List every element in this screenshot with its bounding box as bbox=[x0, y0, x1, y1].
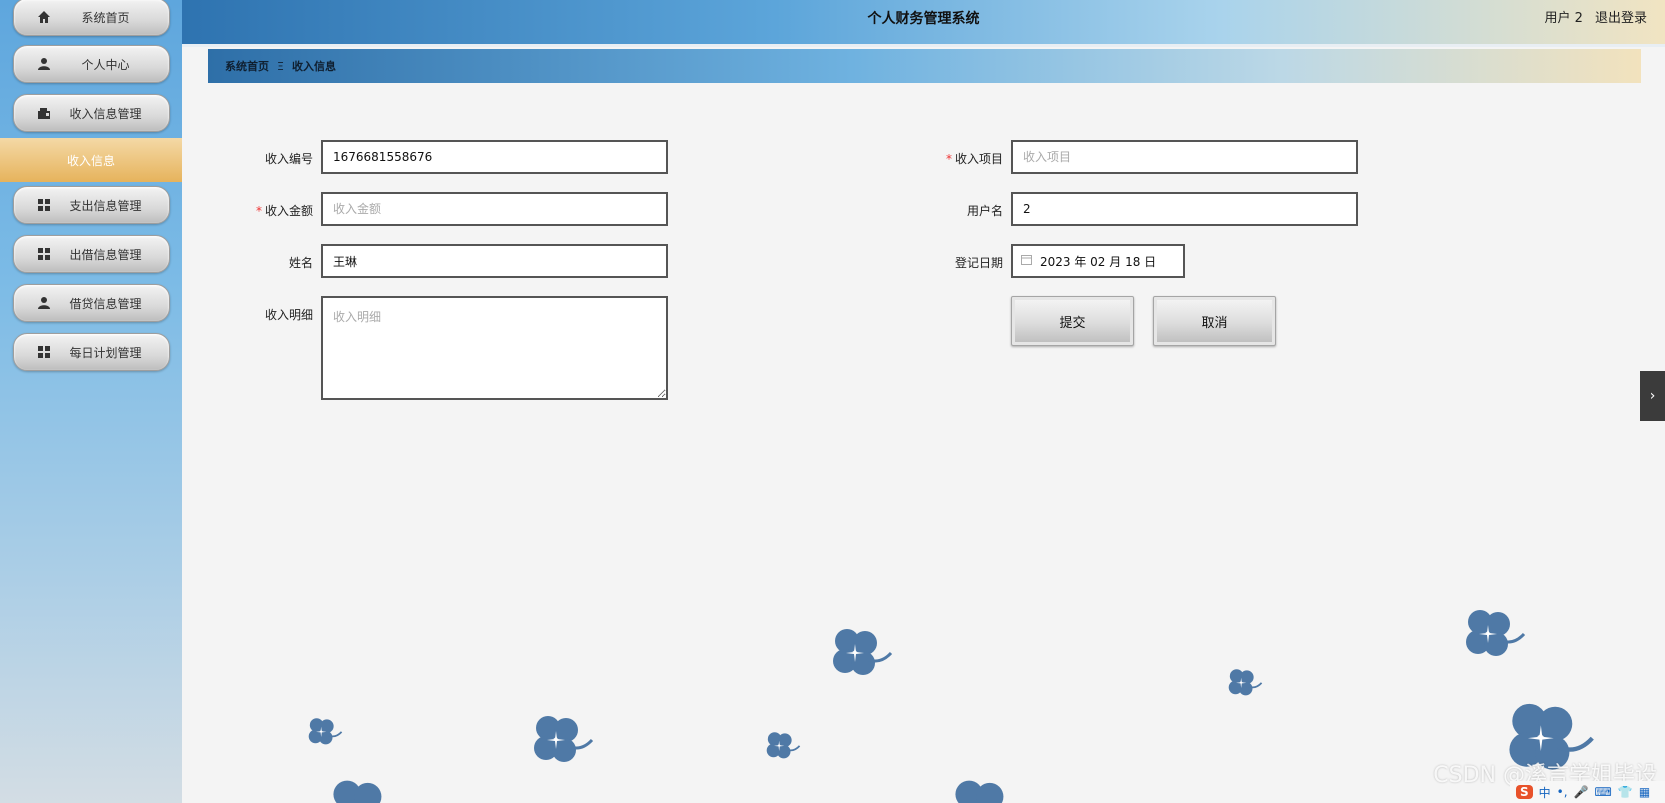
ime-logo-icon[interactable]: S bbox=[1516, 785, 1533, 799]
sidebar-item-label: 支出信息管理 bbox=[69, 198, 142, 213]
grid-icon bbox=[36, 246, 52, 262]
income-no-input[interactable] bbox=[321, 140, 668, 174]
income-no-label: 收入编号 bbox=[203, 150, 313, 167]
income-item-input[interactable] bbox=[1011, 140, 1358, 174]
income-no-label-text: 收入编号 bbox=[264, 152, 313, 166]
clover-decoration bbox=[333, 780, 382, 803]
name-label-text: 姓名 bbox=[288, 256, 313, 270]
side-panel-toggle[interactable]: › bbox=[1640, 371, 1665, 421]
sidebar-subitem-label: 收入信息 bbox=[66, 153, 115, 168]
sidebar: 系统首页 个人中心 收入信息管理 收入信息 支出信息管理 出借信息管理 借贷信息… bbox=[0, 0, 182, 803]
calendar-icon bbox=[1021, 254, 1032, 268]
sidebar-item-label: 系统首页 bbox=[81, 10, 130, 25]
breadcrumb: 系统首页 Ξ 收入信息 bbox=[208, 49, 1641, 83]
sidebar-item-daily-plan-management[interactable]: 每日计划管理 bbox=[13, 333, 170, 371]
name-input[interactable] bbox=[321, 244, 668, 278]
app-title: 个人财务管理系统 bbox=[867, 11, 980, 27]
sidebar-item-label: 出借信息管理 bbox=[69, 247, 142, 262]
logout-link[interactable]: 退出登录 bbox=[1595, 11, 1647, 26]
username-label: 用户名 bbox=[893, 202, 1003, 219]
sidebar-item-label: 每日计划管理 bbox=[69, 345, 142, 360]
required-mark: * bbox=[945, 152, 952, 166]
clover-decoration bbox=[766, 732, 801, 759]
breadcrumb-current: 收入信息 bbox=[291, 60, 336, 73]
person-icon bbox=[36, 295, 52, 311]
income-amount-input[interactable] bbox=[321, 192, 668, 226]
wallet-icon bbox=[36, 105, 52, 121]
ime-skin-icon[interactable]: 👕 bbox=[1618, 785, 1633, 799]
header-divider bbox=[182, 44, 1665, 47]
required-mark: * bbox=[255, 204, 262, 218]
home-icon bbox=[36, 9, 52, 25]
cancel-button[interactable]: 取消 bbox=[1153, 296, 1276, 346]
sidebar-item-label: 借贷信息管理 bbox=[69, 296, 142, 311]
detail-label-text: 收入明细 bbox=[264, 308, 313, 322]
breadcrumb-separator: Ξ bbox=[277, 59, 284, 73]
detail-label: 收入明细 bbox=[203, 306, 313, 323]
reg-date-value: 2023 年 02 月 18 日 bbox=[1040, 254, 1157, 269]
user-area: 用户 2 退出登录 bbox=[1536, 0, 1647, 38]
clover-decoration bbox=[308, 718, 343, 745]
sidebar-item-borrowing-management[interactable]: 借贷信息管理 bbox=[13, 284, 170, 322]
username-input[interactable] bbox=[1011, 192, 1358, 226]
person-icon bbox=[36, 56, 52, 72]
top-header: 个人财务管理系统 用户 2 退出登录 bbox=[182, 0, 1665, 44]
username-label-text: 用户名 bbox=[966, 204, 1003, 218]
sidebar-item-expense-management[interactable]: 支出信息管理 bbox=[13, 186, 170, 224]
income-item-label: * 收入项目 bbox=[893, 150, 1003, 167]
sidebar-item-personal-center[interactable]: 个人中心 bbox=[13, 45, 170, 83]
clover-decoration bbox=[534, 716, 594, 762]
ime-lang[interactable]: 中 bbox=[1539, 784, 1551, 801]
chevron-right-icon: › bbox=[1649, 388, 1656, 404]
grid-icon bbox=[36, 344, 52, 360]
sidebar-subitem-income-info[interactable]: 收入信息 bbox=[0, 138, 182, 182]
grid-icon bbox=[36, 197, 52, 213]
current-user-label: 用户 2 bbox=[1544, 11, 1583, 26]
income-item-label-text: 收入项目 bbox=[954, 152, 1003, 166]
sidebar-item-home[interactable]: 系统首页 bbox=[13, 0, 170, 36]
income-amount-label-text: 收入金额 bbox=[264, 204, 313, 218]
breadcrumb-home[interactable]: 系统首页 bbox=[225, 58, 269, 74]
income-amount-label: * 收入金额 bbox=[203, 202, 313, 219]
ime-keyboard-icon[interactable]: ⌨ bbox=[1595, 785, 1612, 799]
ime-menu-icon[interactable]: ▦ bbox=[1639, 785, 1650, 799]
name-label: 姓名 bbox=[203, 254, 313, 271]
reg-date-label-text: 登记日期 bbox=[954, 256, 1003, 270]
clover-decoration bbox=[955, 780, 1004, 803]
clover-decoration bbox=[833, 629, 893, 675]
sidebar-item-label: 个人中心 bbox=[81, 57, 130, 72]
ime-mic-icon[interactable]: 🎤 bbox=[1574, 785, 1589, 799]
submit-button[interactable]: 提交 bbox=[1011, 296, 1134, 346]
reg-date-picker[interactable]: 2023 年 02 月 18 日 bbox=[1011, 244, 1185, 278]
clover-decoration bbox=[1466, 610, 1526, 656]
ime-toolbar: S 中 •, 🎤 ⌨ 👕 ▦ bbox=[1510, 781, 1665, 803]
clover-decoration bbox=[1228, 669, 1263, 696]
detail-textarea[interactable] bbox=[321, 296, 668, 400]
reg-date-label: 登记日期 bbox=[893, 254, 1003, 271]
sidebar-item-lending-management[interactable]: 出借信息管理 bbox=[13, 235, 170, 273]
ime-punct-icon[interactable]: •, bbox=[1557, 785, 1568, 799]
sidebar-item-label: 收入信息管理 bbox=[69, 106, 142, 121]
sidebar-item-income-management[interactable]: 收入信息管理 bbox=[13, 94, 170, 132]
